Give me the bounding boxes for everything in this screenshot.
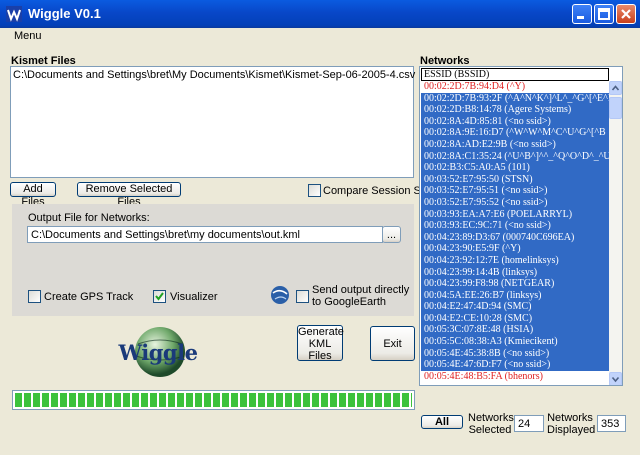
network-row[interactable]: 00:03:93:EA:A7:E6 (POELARRYL) [421,208,609,221]
chevron-up-icon [611,85,620,91]
wiggle-app-icon [6,6,22,22]
add-files-button[interactable]: Add Files [10,182,56,208]
scroll-down-button[interactable] [609,372,622,385]
network-row[interactable]: 00:04:5A:EE:26:B7 (linksys) [421,289,609,302]
progress-bar [12,390,415,410]
network-row[interactable]: 00:04:E2:CE:10:28 (SMC) [421,312,609,325]
networks-displayed-label: Networks Displayed [547,412,596,436]
app-window: Wiggle V0.1 Menu Kismet Files C:\Documen… [0,0,640,455]
network-row[interactable]: 00:04:23:90:E5:9F (^Y) [421,243,609,255]
generate-button-line2: KML Files [308,338,332,362]
network-row[interactable]: 00:02:B3:C5:A0:A5 (101) [421,162,609,174]
network-row[interactable]: 00:02:8A:AD:E2:9B (<no ssid>) [421,138,609,151]
progress-fill [15,393,412,407]
select-all-networks-button[interactable]: All [421,415,463,429]
output-file-input[interactable]: C:\Documents and Settings\bret\my docume… [27,226,383,243]
networks-selected-count: 24 [514,415,544,432]
network-row[interactable]: 00:05:4E:47:6D:F7 (<no ssid>) [421,359,609,371]
networks-displayed-label-line2: Displayed [547,424,596,436]
network-row[interactable]: 00:05:4E:48:B5:FA (bhenors) [421,370,609,383]
logo-text: Wiggle [118,340,198,365]
networks-selected-label: Networks Selected [468,412,514,436]
network-row[interactable]: 00:04:23:92:12:7E (homelinksys) [421,254,609,267]
network-row[interactable]: 00:03:93:EC:9C:71 (<no ssid>) [421,220,609,232]
network-row[interactable]: 00:02:8A:9E:16:D7 (^W^W^M^C^U^G^[^B [421,127,609,139]
network-row[interactable]: 00:05:5C:08:38:A3 (Kmiecikent) [421,336,609,348]
wiggle-logo: Wiggle [108,326,208,378]
network-row[interactable]: 00:02:2D:7B:93:2F (^A^N^K^]^L^_^G^[^E^P^ [421,92,609,105]
network-row[interactable]: 00:02:8A:C1:35:24 (^U^B^]^^_^Q^O^D^_^U [421,150,609,163]
network-row[interactable]: 00:04:23:99:F8:98 (NETGEAR) [421,278,609,290]
menu-item-menu[interactable]: Menu [14,30,42,42]
networks-displayed-label-line1: Networks [547,412,593,424]
scroll-thumb[interactable] [609,97,622,119]
networks-selected-label-line1: Networks [468,412,514,424]
network-row[interactable]: 00:03:52:E7:95:51 (<no ssid>) [421,185,609,197]
networks-scrollbar[interactable] [609,81,622,385]
scroll-up-button[interactable] [609,81,622,95]
network-row[interactable]: 00:02:8A:4D:85:81 (<no ssid>) [421,115,609,128]
remove-selected-files-button[interactable]: Remove Selected Files [77,182,181,208]
send-to-google-earth-label: Send output directly to GoogleEarth [312,284,409,308]
networks-displayed-count: 353 [597,415,626,432]
compare-session-sets-checkbox[interactable] [308,184,321,197]
send-to-google-earth-label-line2: to GoogleEarth [312,296,386,308]
browse-button[interactable]: ... [382,226,401,243]
kismet-files-list[interactable]: C:\Documents and Settings\bret\My Docume… [10,66,415,178]
network-row[interactable]: 00:04:23:89:D3:67 (000740C696EA) [421,231,609,244]
send-to-google-earth-label-line1: Send output directly [312,284,410,296]
chevron-down-icon [611,376,620,383]
generate-button-line1: Generate [298,326,344,338]
network-row[interactable]: 00:03:52:E7:95:50 (STSN) [421,173,609,186]
maximize-button[interactable] [594,4,614,24]
file-list-item[interactable]: C:\Documents and Settings\bret\My Docume… [13,69,415,81]
create-gps-track-checkbox[interactable] [28,290,41,303]
networks-column-header[interactable]: ESSID (BSSID) [421,68,609,81]
output-file-label: Output File for Networks: [28,212,150,224]
visualizer-checkbox[interactable] [153,290,166,303]
generate-kml-files-button[interactable]: Generate KML Files [297,325,344,362]
network-row[interactable]: 00:05:3C:07:8E:48 (HSIA) [421,324,609,337]
network-row[interactable]: 00:02:2D:B8:14:78 (Agere Systems) [421,104,609,116]
visualizer-label: Visualizer [170,291,218,303]
minimize-button[interactable] [572,4,592,24]
close-button[interactable] [616,4,636,24]
create-gps-track-label: Create GPS Track [44,291,134,303]
google-earth-icon [270,285,290,305]
networks-list[interactable]: ESSID (BSSID) 00:02:2D:7B:94:D4 (^Y) 00:0… [419,66,623,386]
network-row[interactable]: 00:04:23:99:14:4B (linksys) [421,266,609,279]
window-title: Wiggle V0.1 [28,6,101,21]
network-row[interactable]: 00:05:4E:45:38:8B (<no ssid>) [421,347,609,360]
networks-rows: 00:02:2D:7B:94:D4 (^Y) 00:02:2D:7B:93:2F … [421,81,609,385]
checkmark-icon [155,292,164,301]
network-row[interactable]: 00:03:52:E7:95:52 (<no ssid>) [421,196,609,209]
network-row[interactable]: 00:04:E2:47:4D:94 (SMC) [421,301,609,313]
network-row[interactable]: 00:02:2D:7B:94:D4 (^Y) [421,81,609,93]
networks-selected-label-line2: Selected [468,424,512,436]
send-to-google-earth-checkbox[interactable] [296,290,309,303]
exit-button[interactable]: Exit [370,326,415,361]
title-bar[interactable]: Wiggle V0.1 [0,0,640,28]
menu-bar: Menu [0,28,640,46]
